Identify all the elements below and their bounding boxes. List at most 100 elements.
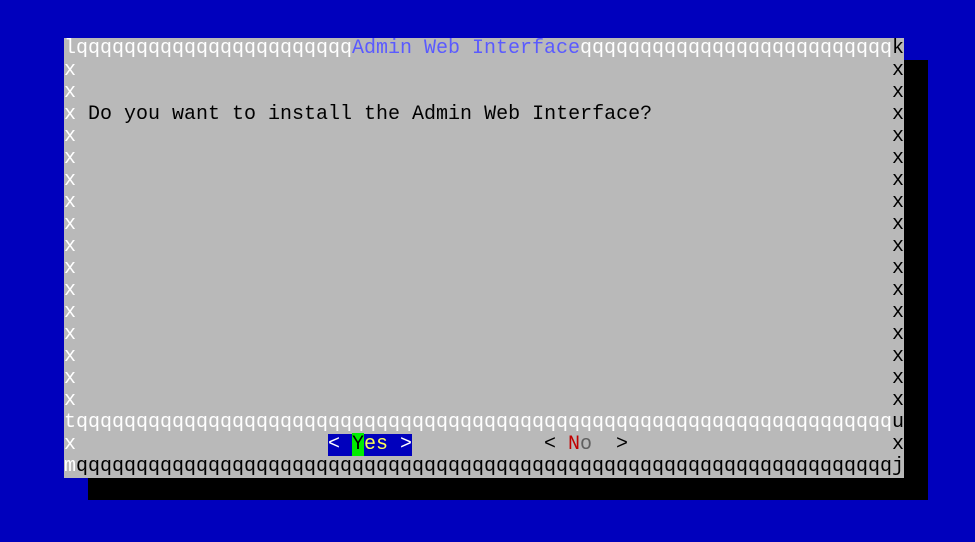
border-glyph: q: [556, 411, 569, 434]
border-glyph: q: [160, 411, 173, 434]
border-glyph: q: [208, 411, 221, 434]
border-glyph: q: [700, 455, 713, 478]
border-glyph: q: [148, 411, 161, 434]
border-glyph: q: [544, 411, 557, 434]
border-glyph: q: [256, 37, 269, 60]
border-glyph: q: [196, 411, 209, 434]
border-glyph: k: [892, 37, 905, 60]
border-glyph: q: [400, 455, 413, 478]
border-glyph: q: [472, 455, 485, 478]
border-glyph: q: [328, 37, 341, 60]
border-glyph: l: [64, 37, 77, 60]
border-glyph: x: [64, 213, 77, 236]
border-glyph: q: [160, 455, 173, 478]
side-border-row: xx: [64, 324, 904, 346]
border-glyph: q: [244, 37, 257, 60]
border-glyph: q: [76, 455, 89, 478]
border-glyph: q: [844, 455, 857, 478]
no-button[interactable]: < No >: [544, 434, 628, 456]
border-glyph: q: [136, 37, 149, 60]
border-glyph: q: [100, 455, 113, 478]
border-glyph: q: [664, 411, 677, 434]
border-glyph: x: [64, 191, 77, 214]
border-glyph: q: [832, 455, 845, 478]
border-glyph: q: [628, 455, 641, 478]
border-glyph: x: [892, 301, 905, 324]
border-glyph: q: [172, 411, 185, 434]
bracket-right: >: [388, 433, 413, 456]
border-glyph: q: [352, 455, 365, 478]
border-glyph: q: [352, 411, 365, 434]
border-glyph: q: [88, 37, 101, 60]
border-glyph: q: [208, 37, 221, 60]
border-glyph: q: [808, 411, 821, 434]
border-glyph: q: [316, 37, 329, 60]
border-glyph: q: [376, 411, 389, 434]
side-border-row: xx: [64, 236, 904, 258]
border-glyph: q: [472, 411, 485, 434]
dialog-title: Admin Web Interface: [352, 37, 581, 60]
border-glyph: q: [820, 455, 833, 478]
border-glyph: q: [796, 411, 809, 434]
border-glyph: q: [160, 37, 173, 60]
border-glyph: q: [148, 455, 161, 478]
bracket-right: >: [592, 433, 629, 456]
border-glyph: q: [556, 455, 569, 478]
border-glyph: q: [760, 411, 773, 434]
border-glyph: q: [736, 411, 749, 434]
border-glyph: q: [496, 411, 509, 434]
border-glyph: q: [580, 411, 593, 434]
border-glyph: q: [508, 455, 521, 478]
border-glyph: q: [412, 455, 425, 478]
border-glyph: q: [184, 37, 197, 60]
border-glyph: q: [772, 37, 785, 60]
border-glyph: q: [748, 455, 761, 478]
border-glyph: q: [448, 411, 461, 434]
side-border-row: xx: [64, 126, 904, 148]
border-glyph: q: [172, 37, 185, 60]
border-glyph: q: [856, 37, 869, 60]
border-glyph: t: [64, 411, 77, 434]
yes-button[interactable]: < Yes >: [328, 433, 413, 456]
border-glyph: q: [880, 411, 893, 434]
border-glyph: q: [340, 455, 353, 478]
border-glyph: q: [580, 455, 593, 478]
hotkey: N: [568, 433, 581, 456]
side-border-row: xx: [64, 368, 904, 390]
border-glyph: q: [376, 455, 389, 478]
button-label: es: [364, 433, 389, 456]
border-glyph: q: [820, 411, 833, 434]
border-glyph: q: [592, 455, 605, 478]
border-glyph: q: [484, 455, 497, 478]
border-glyph: q: [880, 455, 893, 478]
border-glyph: x: [892, 125, 905, 148]
border-glyph: q: [280, 411, 293, 434]
border-glyph: x: [64, 345, 77, 368]
border-glyph: q: [652, 411, 665, 434]
side-border-row: xx: [64, 258, 904, 280]
border-glyph: q: [220, 411, 233, 434]
border-glyph: q: [304, 455, 317, 478]
border-glyph: x: [64, 323, 77, 346]
border-glyph: q: [172, 455, 185, 478]
border-glyph: q: [256, 455, 269, 478]
border-glyph: q: [592, 411, 605, 434]
border-glyph: x: [892, 279, 905, 302]
border-glyph: x: [64, 59, 77, 82]
border-glyph: q: [880, 37, 893, 60]
button-label: o: [580, 433, 593, 456]
border-glyph: q: [196, 37, 209, 60]
border-glyph: q: [292, 37, 305, 60]
border-glyph: q: [796, 455, 809, 478]
border-glyph: q: [136, 411, 149, 434]
border-glyph: q: [664, 37, 677, 60]
border-glyph: q: [460, 455, 473, 478]
border-glyph: x: [64, 389, 77, 412]
border-glyph: q: [868, 411, 881, 434]
border-glyph: q: [820, 37, 833, 60]
side-border-row: xx: [64, 192, 904, 214]
border-glyph: q: [364, 411, 377, 434]
border-glyph: q: [580, 37, 593, 60]
border-glyph: x: [892, 367, 905, 390]
border-glyph: q: [388, 411, 401, 434]
